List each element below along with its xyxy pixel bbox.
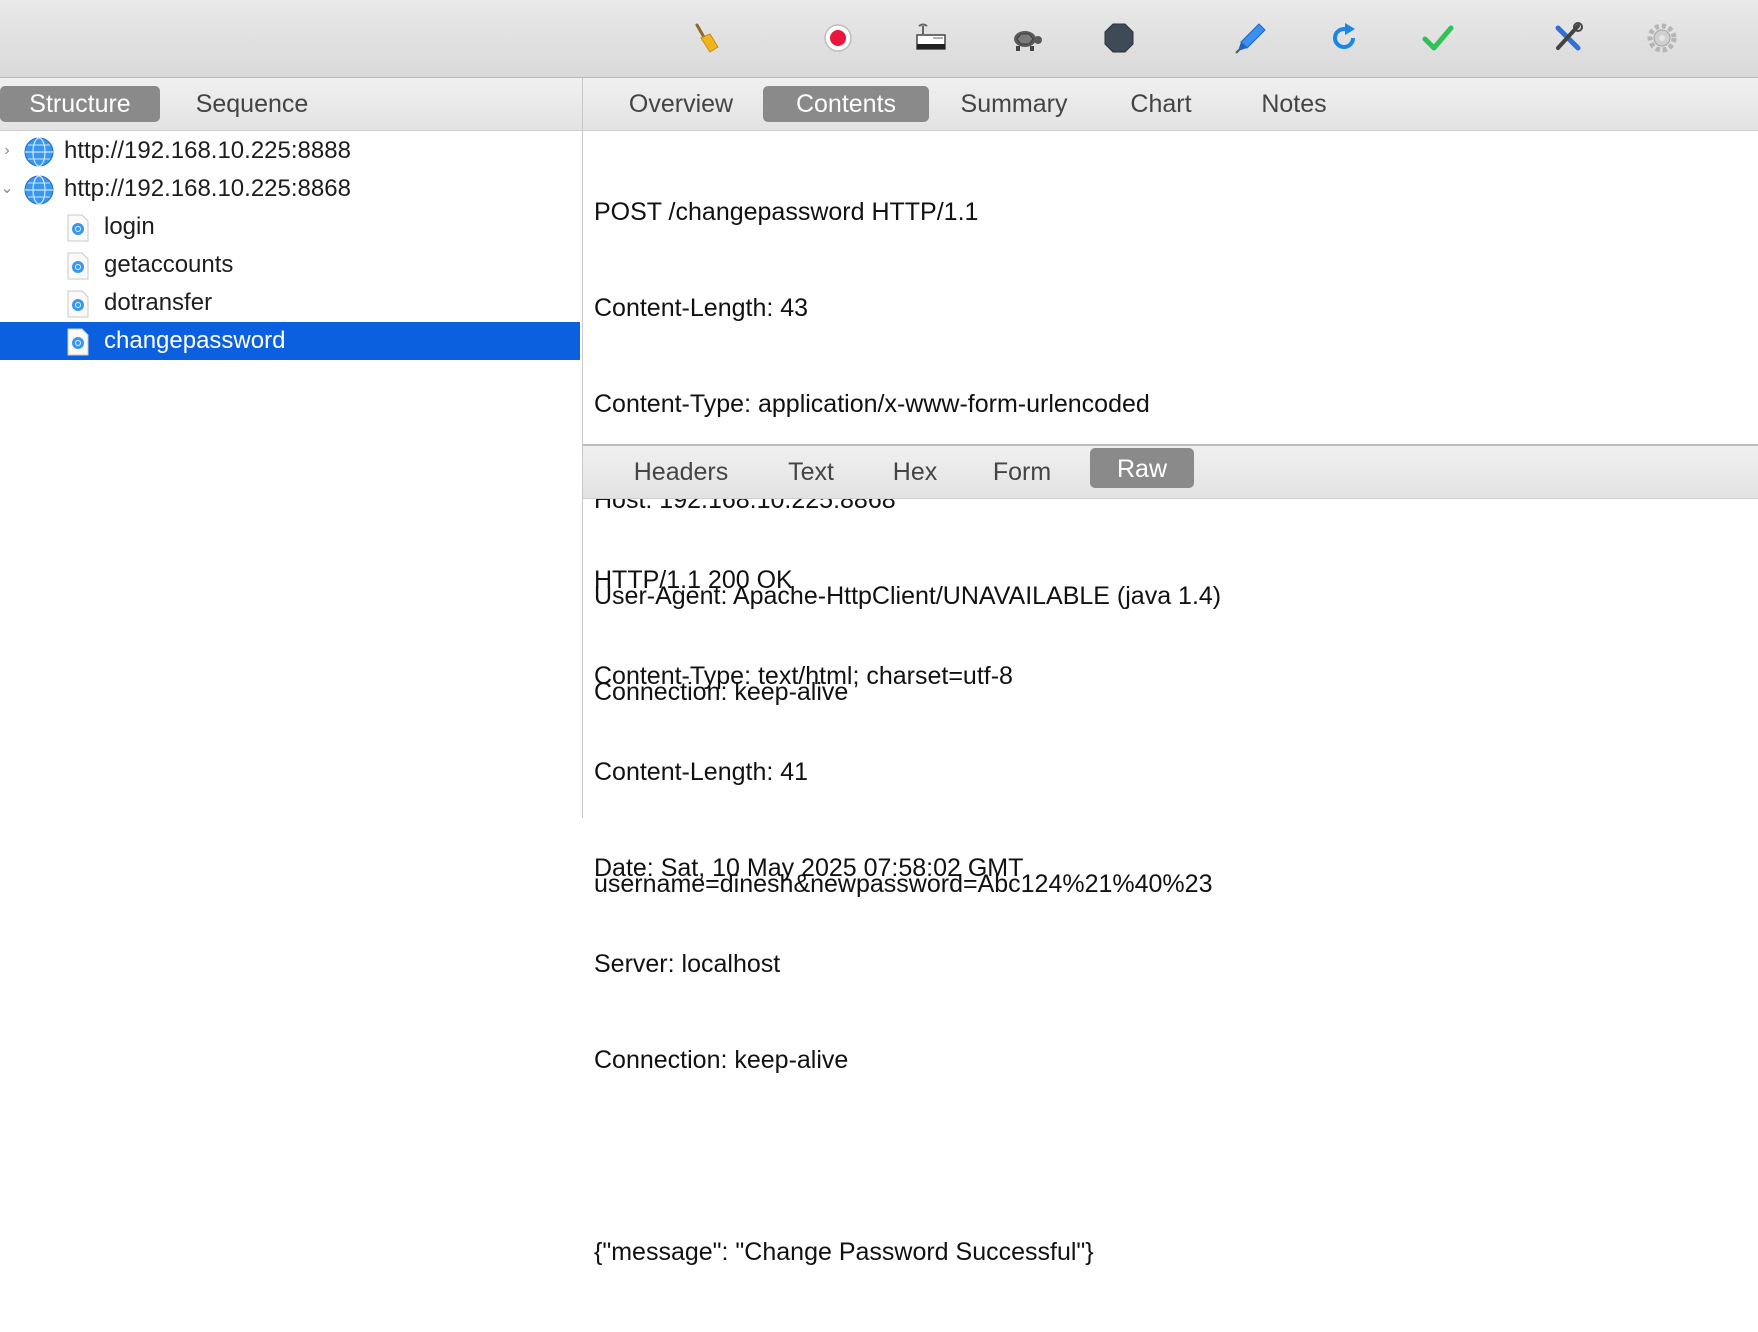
refresh-icon[interactable] xyxy=(1324,18,1364,58)
view-mode-tabs: Structure Sequence xyxy=(0,78,582,131)
response-line: Date: Sat, 10 May 2025 07:58:02 GMT xyxy=(594,854,1024,882)
tree-row-request[interactable]: dotransfer xyxy=(0,284,580,322)
host-tree: › http://192.168.10.225:8888 ⌄ http://19… xyxy=(0,132,580,360)
tree-request-label: changepassword xyxy=(104,327,286,354)
structure-pane: Structure Sequence › http://192.168.10.2… xyxy=(0,78,583,818)
request-line: Content-Type: application/x-www-form-url… xyxy=(594,390,1150,418)
broom-icon[interactable] xyxy=(686,18,726,58)
request-document-icon xyxy=(66,328,90,356)
tab-overview[interactable]: Overview xyxy=(611,86,751,122)
tree-host-label: http://192.168.10.225:8868 xyxy=(64,175,351,202)
chevron-down-icon[interactable]: ⌄ xyxy=(0,170,14,208)
toolbar xyxy=(0,0,1758,78)
chevron-right-icon[interactable]: › xyxy=(0,132,14,170)
detail-pane: Overview Contents Summary Chart Notes PO… xyxy=(583,78,1758,1266)
record-icon[interactable] xyxy=(818,18,858,58)
tree-row-request[interactable]: getaccounts xyxy=(0,246,580,284)
tab-summary[interactable]: Summary xyxy=(943,86,1085,122)
tab-chart[interactable]: Chart xyxy=(1103,86,1219,122)
request-line: POST /changepassword HTTP/1.1 xyxy=(594,198,979,226)
tab-structure[interactable]: Structure xyxy=(0,86,160,122)
tree-host-label: http://192.168.10.225:8888 xyxy=(64,137,351,164)
tab-headers[interactable]: Headers xyxy=(611,454,751,490)
tab-form[interactable]: Form xyxy=(975,454,1069,490)
response-line: Connection: keep-alive xyxy=(594,1046,849,1074)
tree-request-label: getaccounts xyxy=(104,251,234,278)
tools-icon[interactable] xyxy=(1548,18,1588,58)
checkmark-icon[interactable] xyxy=(1418,18,1458,58)
request-document-icon xyxy=(66,214,90,242)
globe-icon xyxy=(24,137,54,167)
response-tabs: Headers Text Hex Form Raw xyxy=(583,444,1758,499)
tab-notes[interactable]: Notes xyxy=(1235,86,1353,122)
tree-row-request-selected[interactable]: changepassword xyxy=(0,322,580,360)
tree-request-label: dotransfer xyxy=(104,289,213,316)
tree-request-label: login xyxy=(104,213,155,240)
turtle-icon[interactable] xyxy=(1006,18,1046,58)
stop-icon[interactable] xyxy=(1099,18,1139,58)
tab-raw[interactable]: Raw xyxy=(1090,448,1194,488)
gear-icon[interactable] xyxy=(1642,18,1682,58)
tree-row-request[interactable]: login xyxy=(0,208,580,246)
throttle-icon[interactable] xyxy=(911,18,951,58)
request-document-icon xyxy=(66,252,90,280)
request-line: Content-Length: 43 xyxy=(594,294,809,322)
detail-tabs: Overview Contents Summary Chart Notes xyxy=(583,78,1758,131)
pen-icon[interactable] xyxy=(1231,18,1271,58)
response-content[interactable]: HTTP/1.1 200 OK Content-Type: text/html;… xyxy=(594,500,1094,1332)
tree-row-host[interactable]: ⌄ http://192.168.10.225:8868 xyxy=(0,170,580,208)
response-line: Content-Type: text/html; charset=utf-8 xyxy=(594,662,1013,690)
tab-contents[interactable]: Contents xyxy=(763,86,929,122)
response-line: HTTP/1.1 200 OK xyxy=(594,566,793,594)
tree-row-host[interactable]: › http://192.168.10.225:8888 xyxy=(0,132,580,170)
response-body: {"message": "Change Password Successful"… xyxy=(594,1238,1094,1266)
globe-icon xyxy=(24,175,54,205)
response-line: Content-Length: 41 xyxy=(594,758,809,786)
response-line: Server: localhost xyxy=(594,950,781,978)
tab-text[interactable]: Text xyxy=(763,454,859,490)
response-blank-line xyxy=(594,1140,1094,1172)
tab-hex[interactable]: Hex xyxy=(873,454,957,490)
tab-sequence[interactable]: Sequence xyxy=(172,86,332,122)
request-document-icon xyxy=(66,290,90,318)
